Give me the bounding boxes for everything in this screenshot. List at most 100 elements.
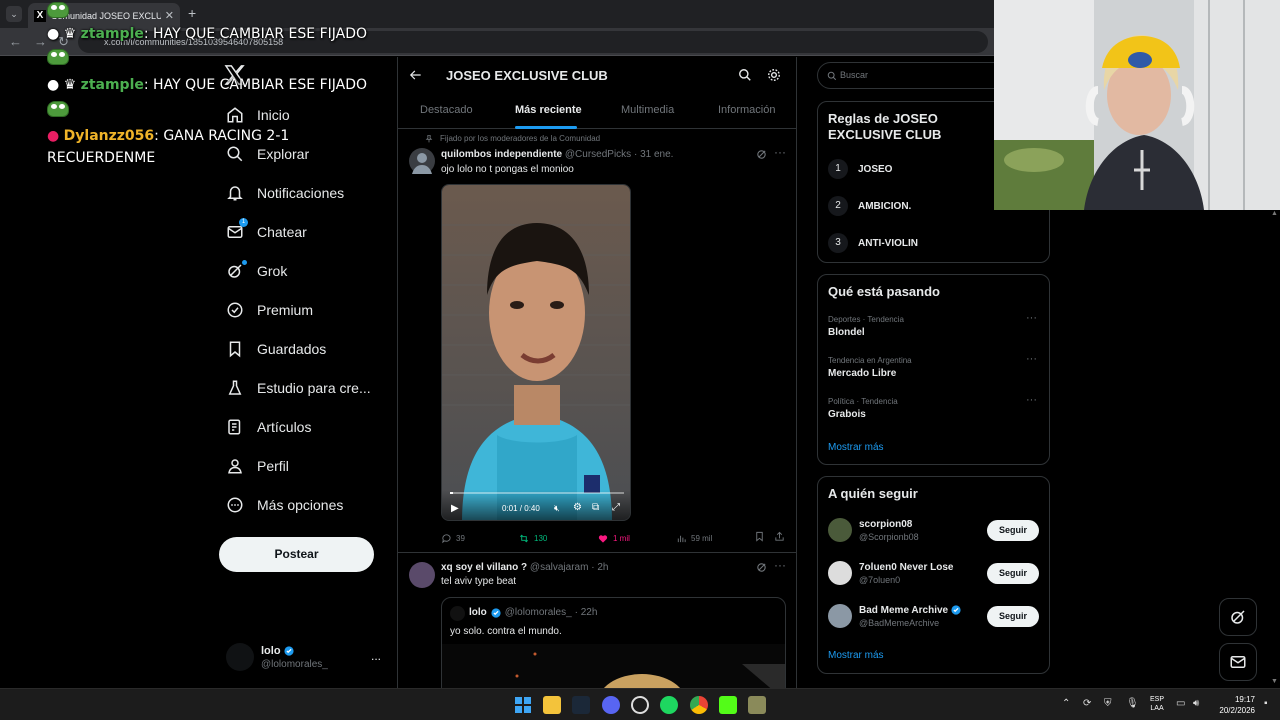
tab-media[interactable]: Multimedia bbox=[621, 104, 674, 116]
tab-latest[interactable]: Más reciente bbox=[515, 104, 582, 116]
verified-badge-icon bbox=[283, 645, 294, 656]
nav-profile[interactable]: Perfil bbox=[226, 454, 289, 478]
nav-creator-studio[interactable]: Estudio para cre... bbox=[226, 376, 371, 400]
scroll-down-icon[interactable]: ▼ bbox=[1271, 678, 1278, 685]
verified-badge-icon bbox=[951, 605, 961, 615]
nav-premium[interactable]: Premium bbox=[226, 298, 313, 322]
tweet-video[interactable]: ▶ 0:01 / 0:40 🔇︎ ⚙ ⧉ ⤢ bbox=[441, 184, 631, 521]
reply-button[interactable]: 39 bbox=[441, 533, 465, 544]
trend-more-icon[interactable]: ··· bbox=[1026, 394, 1037, 406]
views-button[interactable]: 59 mil bbox=[676, 533, 712, 544]
pinned-label: Fijado por los moderadores de la Comunid… bbox=[425, 134, 600, 143]
language-layout: LAA bbox=[1150, 705, 1164, 712]
windows-taskbar: ⌃ ⟳ ⛨ 🎙︎ ESP LAA ▭ 🔊︎ 19:17 20/2/2026 ▪ bbox=[0, 688, 1280, 720]
chat-badge: 1 bbox=[239, 218, 248, 227]
settings-icon[interactable]: ⚙ bbox=[573, 502, 582, 513]
avatar[interactable] bbox=[409, 562, 435, 588]
tray-overflow-icon[interactable]: ⌃ bbox=[1062, 698, 1070, 709]
quoted-tweet[interactable]: lolo @lolomorales_ · 22h yo solo. contra… bbox=[441, 597, 786, 688]
trend-item[interactable]: Política · Tendencia Grabois ··· bbox=[828, 394, 1040, 420]
grok-fab[interactable] bbox=[1219, 598, 1257, 636]
trend-item[interactable]: Deportes · Tendencia Blondel ··· bbox=[828, 312, 1040, 338]
follow-suggestion[interactable]: scorpion08 @Scorpionb08 bbox=[828, 518, 919, 542]
pinned-text: Fijado por los moderadores de la Comunid… bbox=[440, 134, 601, 143]
trend-more-icon[interactable]: ··· bbox=[1026, 353, 1037, 365]
share-icon[interactable] bbox=[774, 531, 785, 542]
discord-icon[interactable] bbox=[602, 696, 620, 714]
follow-name: 7oluen0 Never Lose bbox=[859, 561, 954, 573]
play-icon[interactable]: ▶ bbox=[451, 503, 459, 514]
security-icon[interactable]: ⛨ bbox=[1104, 698, 1112, 709]
clock-date: 20/2/2026 bbox=[1219, 706, 1255, 715]
follow-button[interactable]: Seguir bbox=[987, 606, 1039, 627]
show-more-trends-link[interactable]: Mostrar más bbox=[828, 442, 884, 453]
network-icon[interactable]: ▭ bbox=[1176, 698, 1185, 709]
system-clock[interactable]: 19:17 20/2/2026 bbox=[1213, 694, 1255, 716]
spotify-icon[interactable] bbox=[660, 696, 678, 714]
file-explorer-icon[interactable] bbox=[543, 696, 561, 714]
trend-item[interactable]: Tendencia en Argentina Mercado Libre ··· bbox=[828, 353, 1040, 379]
nav-grok[interactable]: Grok bbox=[226, 259, 287, 283]
search-icon[interactable] bbox=[738, 68, 752, 82]
tweet-author[interactable]: quilombos independiente @CursedPicks · 3… bbox=[441, 149, 673, 160]
pip-icon[interactable]: ⧉ bbox=[592, 502, 599, 513]
follow-button[interactable]: Seguir bbox=[987, 563, 1039, 584]
messages-fab[interactable] bbox=[1219, 643, 1257, 681]
volume-icon[interactable]: 🔊︎ bbox=[1193, 698, 1199, 709]
nav-more[interactable]: Más opciones bbox=[226, 493, 343, 517]
mic-icon[interactable]: 🎙︎ bbox=[1126, 698, 1139, 709]
trend-more-icon[interactable]: ··· bbox=[1026, 312, 1037, 324]
retweet-count: 130 bbox=[534, 534, 548, 543]
chat-message: ● ♛ ztample: HAY QUE CAMBIAR ESE FIJADO bbox=[47, 23, 367, 45]
windows-start-icon[interactable] bbox=[514, 696, 532, 714]
like-button[interactable]: 1 mil bbox=[597, 533, 630, 544]
video-progress[interactable] bbox=[450, 492, 624, 494]
show-more-follow-link[interactable]: Mostrar más bbox=[828, 650, 884, 661]
nav-notifications[interactable]: Notificaciones bbox=[226, 181, 344, 205]
scroll-up-icon[interactable]: ▲ bbox=[1271, 210, 1278, 217]
quoted-author-name: lolo bbox=[469, 607, 487, 618]
post-button[interactable]: Postear bbox=[219, 537, 374, 572]
gear-icon[interactable] bbox=[767, 68, 781, 82]
steam-icon[interactable] bbox=[572, 696, 590, 714]
close-tab-icon[interactable]: ✕ bbox=[165, 9, 174, 22]
page-scrollbar[interactable]: ▲ ▼ bbox=[1270, 210, 1280, 688]
tweet-author[interactable]: xq soy el villano ? @salvajaram · 2h bbox=[441, 562, 608, 573]
back-arrow-icon[interactable] bbox=[409, 68, 423, 82]
notifications-icon[interactable]: ▪ bbox=[1264, 698, 1268, 709]
obs-icon[interactable] bbox=[631, 696, 649, 714]
community-tweet-icon bbox=[757, 150, 766, 159]
language-indicator[interactable]: ESP LAA bbox=[1150, 695, 1164, 713]
nav-articles-label: Artículos bbox=[257, 419, 312, 435]
chrome-icon[interactable] bbox=[690, 696, 708, 714]
nav-chat[interactable]: 1 Chatear bbox=[226, 218, 307, 244]
avatar[interactable] bbox=[409, 148, 435, 174]
verified-icon bbox=[226, 301, 244, 319]
tweet-more-icon[interactable]: ··· bbox=[774, 558, 786, 572]
mute-icon[interactable]: 🔇︎ bbox=[554, 503, 560, 514]
envelope-icon: 1 bbox=[226, 218, 248, 241]
account-more-icon[interactable]: ... bbox=[371, 649, 381, 663]
follow-button[interactable]: Seguir bbox=[987, 520, 1039, 541]
quoted-time: · 22h bbox=[574, 607, 598, 618]
app-icon[interactable] bbox=[748, 696, 766, 714]
nav-articles[interactable]: Artículos bbox=[226, 415, 311, 439]
new-tab-icon[interactable]: + bbox=[188, 5, 196, 21]
follow-suggestion[interactable]: Bad Meme Archive @BadMemeArchive bbox=[828, 604, 961, 628]
nav-home[interactable]: Inicio bbox=[226, 103, 290, 127]
bookmark-icon[interactable] bbox=[754, 531, 765, 542]
retweet-button[interactable]: 130 bbox=[518, 533, 547, 544]
follow-suggestion[interactable]: 7oluen0 Never Lose @7oluen0 bbox=[828, 561, 953, 585]
sync-icon[interactable]: ⟳ bbox=[1083, 698, 1091, 709]
tab-about[interactable]: Información bbox=[718, 104, 775, 116]
fullscreen-icon[interactable]: ⤢ bbox=[612, 502, 620, 513]
back-icon[interactable]: ← bbox=[9, 34, 22, 49]
tweet-more-icon[interactable]: ··· bbox=[774, 145, 786, 159]
account-switcher[interactable]: lolo @lolomorales_ ... bbox=[226, 643, 381, 671]
tab-search-button[interactable]: ⌄ bbox=[6, 6, 22, 22]
tab-featured[interactable]: Destacado bbox=[420, 104, 473, 116]
kick-icon[interactable] bbox=[719, 696, 737, 714]
forward-icon[interactable]: → bbox=[34, 34, 47, 49]
rule-item: 3 ANTI-VIOLIN bbox=[828, 233, 918, 253]
nav-bookmarks[interactable]: Guardados bbox=[226, 337, 326, 361]
